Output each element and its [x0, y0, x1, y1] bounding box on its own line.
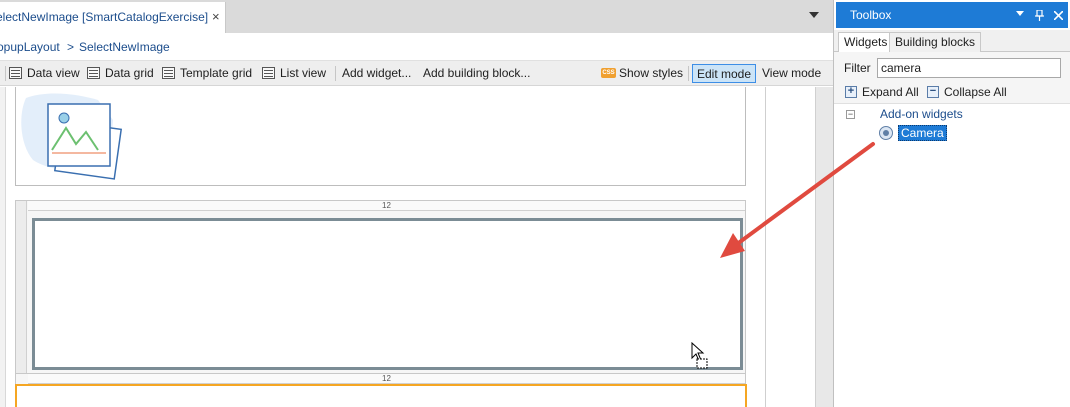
- toolbox-tabs: Widgets Building blocks: [834, 30, 1070, 53]
- toolbar-separator: [335, 66, 336, 81]
- breadcrumb-current[interactable]: SelectNewImage: [79, 40, 170, 54]
- close-icon[interactable]: ×: [212, 9, 220, 24]
- filter-input[interactable]: [877, 58, 1061, 78]
- toolbox-panel: Toolbox Widgets Building blocks Filter +…: [833, 0, 1070, 407]
- column-size-label: 12: [28, 201, 745, 211]
- toolbox-header: Toolbox: [836, 2, 1068, 28]
- css-icon: CSS: [601, 68, 616, 78]
- view-mode-button[interactable]: View mode: [762, 64, 821, 83]
- document-tab[interactable]: electNewImage [SmartCatalogExercise] ×: [0, 2, 226, 33]
- image-placeholder-icon: [21, 93, 123, 180]
- toolbar-separator: [688, 66, 689, 81]
- data-grid-label: Data grid: [105, 66, 154, 80]
- editor-toolbar: Data view Data grid Template grid List v…: [0, 60, 833, 86]
- layout-column-dropzone[interactable]: [32, 218, 743, 370]
- vertical-scrollbar[interactable]: [815, 87, 833, 407]
- document-tab-bar: electNewImage [SmartCatalogExercise] ×: [0, 0, 833, 33]
- list-view-icon: [262, 67, 275, 79]
- filter-label: Filter: [844, 61, 871, 75]
- edit-mode-button[interactable]: Edit mode: [692, 64, 757, 83]
- canvas-left-ruler: [0, 87, 6, 407]
- toolbar-separator: [5, 66, 6, 81]
- breadcrumb-parent[interactable]: opupLayout: [0, 40, 60, 54]
- collapse-icon: −: [927, 86, 939, 98]
- pin-icon[interactable]: [1035, 10, 1044, 21]
- page-editor: electNewImage [SmartCatalogExercise] × o…: [0, 0, 833, 407]
- template-grid-label: Template grid: [180, 66, 253, 80]
- data-view-label: Data view: [27, 66, 80, 80]
- chevron-down-icon[interactable]: [1016, 11, 1024, 16]
- close-icon[interactable]: [1054, 11, 1063, 20]
- show-styles-label: Show styles: [619, 66, 684, 80]
- tab-building-blocks[interactable]: Building blocks: [889, 32, 982, 52]
- row-handle[interactable]: [16, 201, 27, 374]
- canvas-margin-line: [765, 87, 766, 407]
- column-size-label: 12: [28, 374, 745, 384]
- expand-icon: +: [845, 86, 857, 98]
- page-canvas[interactable]: 12 12: [0, 87, 833, 407]
- document-tab-title: electNewImage [SmartCatalogExercise]: [0, 10, 209, 24]
- add-widget-button[interactable]: Add widget...: [342, 64, 411, 83]
- toolbox-title: Toolbox: [850, 8, 892, 22]
- camera-icon: [879, 126, 893, 140]
- tree-group-add-on-widgets[interactable]: Add-on widgets: [880, 107, 963, 121]
- tree-item-label: Camera: [898, 125, 947, 141]
- data-view-icon: [9, 67, 22, 79]
- expand-collapse-bar: + Expand All − Collapse All: [834, 82, 1070, 104]
- collapse-all-label: Collapse All: [944, 85, 1007, 99]
- group-collapse-icon[interactable]: −: [846, 110, 855, 119]
- chevron-down-icon[interactable]: [806, 9, 822, 23]
- widget-tree: − Add-on widgets Camera: [834, 104, 1070, 407]
- layout-column-drop-target-highlight[interactable]: [15, 384, 747, 407]
- filter-row: Filter: [834, 52, 1070, 82]
- data-grid-icon: [87, 67, 100, 79]
- tab-widgets[interactable]: Widgets: [838, 32, 894, 53]
- template-grid-icon: [162, 67, 175, 79]
- drag-cursor-icon: [691, 342, 708, 369]
- list-view-label: List view: [280, 66, 327, 80]
- breadcrumb: opupLayout > SelectNewImage: [0, 33, 833, 60]
- breadcrumb-separator: >: [67, 40, 75, 54]
- add-building-block-button[interactable]: Add building block...: [423, 64, 530, 83]
- expand-all-label: Expand All: [862, 85, 919, 99]
- image-widget[interactable]: [15, 87, 746, 186]
